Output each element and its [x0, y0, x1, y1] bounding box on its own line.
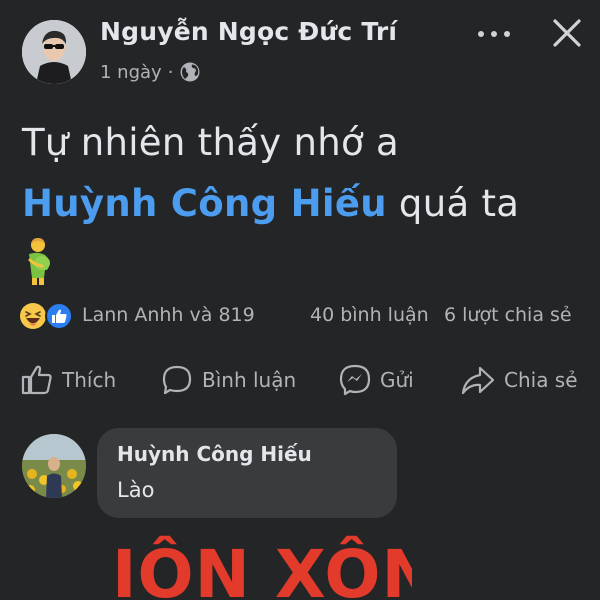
reaction-icons[interactable] — [18, 301, 78, 331]
post-text-after-mention: quá ta — [386, 182, 520, 225]
author-avatar[interactable] — [22, 20, 86, 84]
messenger-icon — [339, 364, 371, 396]
reactions-row: Lann Anhh và 819 40 bình luận 6 lượt chi… — [0, 298, 600, 334]
share-label: Chia sẻ — [504, 368, 578, 392]
like-icon — [45, 302, 73, 330]
more-options-button[interactable] — [478, 24, 510, 44]
shares-count[interactable]: 6 lượt chia sẻ — [444, 304, 572, 326]
more-dot — [504, 31, 510, 37]
post-header: Nguyễn Ngọc Đức Trí 1 ngày · — [0, 0, 600, 100]
commenter-avatar[interactable] — [22, 434, 86, 498]
globe-icon — [180, 62, 200, 82]
more-dot — [491, 31, 497, 37]
actions-row: Thích Bình luận Gửi Chia sẻ — [0, 358, 600, 402]
post-text-line-2: Huỳnh Công Hiếu quá ta — [22, 173, 582, 234]
comment-icon — [162, 365, 192, 395]
post-text-line: Tự nhiên thấy nhớ a — [22, 121, 399, 164]
comment-text: Lào — [117, 478, 155, 502]
pregnant-man-emoji — [28, 238, 50, 285]
meta-separator: · — [167, 61, 174, 83]
post-meta: 1 ngày · — [100, 60, 201, 84]
author-name[interactable]: Nguyễn Ngọc Đức Trí — [100, 17, 397, 46]
haha-icon — [20, 303, 46, 329]
comment-bubble[interactable]: Huỳnh Công Hiếu Lào — [97, 428, 397, 518]
emoji-line — [22, 234, 582, 290]
more-dot — [478, 31, 484, 37]
mention-link[interactable]: Huỳnh Công Hiếu — [22, 182, 387, 225]
like-button[interactable]: Thích — [20, 358, 116, 402]
send-label: Gửi — [380, 368, 414, 392]
author-avatar-image — [22, 20, 86, 84]
like-label: Thích — [62, 368, 117, 392]
share-button[interactable]: Chia sẻ — [460, 358, 578, 402]
commenter-avatar-image — [22, 434, 86, 498]
comment-button[interactable]: Bình luận — [160, 358, 296, 402]
post-text: Tự nhiên thấy nhớ a Huỳnh Công Hiếu quá … — [22, 112, 582, 290]
comment-item: Huỳnh Công Hiếu Lào — [0, 428, 600, 528]
comment-sticker: IÔN XÔN — [112, 536, 412, 600]
reactions-text[interactable]: Lann Anhh và 819 — [82, 304, 255, 326]
post-time[interactable]: 1 ngày — [100, 62, 162, 83]
thumbs-up-icon — [21, 365, 52, 395]
comments-count[interactable]: 40 bình luận — [310, 304, 429, 326]
send-button[interactable]: Gửi — [338, 358, 414, 402]
comment-author[interactable]: Huỳnh Công Hiếu — [117, 442, 312, 466]
comment-label: Bình luận — [202, 368, 297, 392]
share-icon — [461, 366, 495, 395]
close-icon[interactable] — [549, 15, 585, 51]
